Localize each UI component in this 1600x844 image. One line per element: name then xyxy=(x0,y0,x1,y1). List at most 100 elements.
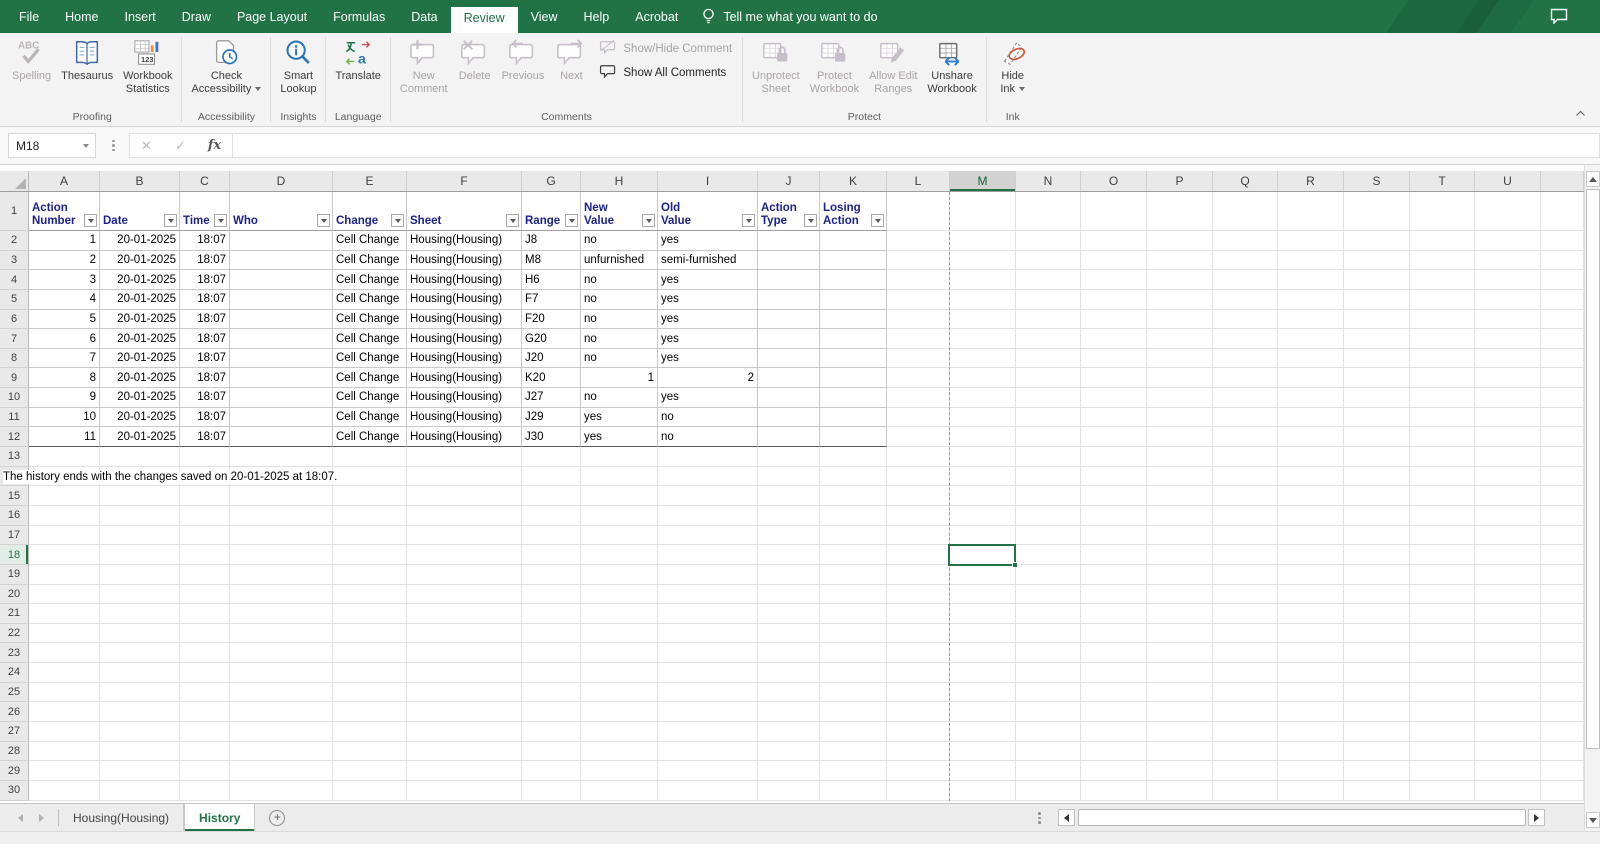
grid-cell[interactable] xyxy=(1541,486,1584,506)
grid-cell[interactable] xyxy=(1016,780,1081,801)
grid-cell[interactable] xyxy=(1541,270,1584,290)
grid-cell[interactable] xyxy=(1541,250,1584,271)
grid-cell[interactable] xyxy=(1541,545,1584,565)
grid-cell[interactable] xyxy=(1344,682,1410,703)
grid-cell[interactable] xyxy=(100,584,180,605)
grid-cell[interactable] xyxy=(887,231,950,251)
grid-cell[interactable] xyxy=(1541,427,1584,448)
grid-cell[interactable] xyxy=(1475,584,1541,605)
previous-sheet-icon[interactable] xyxy=(18,813,23,822)
grid-cell[interactable] xyxy=(1016,388,1081,408)
grid-cell[interactable] xyxy=(1278,741,1344,762)
grid-cell[interactable] xyxy=(1344,564,1410,585)
grid-cell[interactable] xyxy=(1541,643,1584,664)
grid-cell[interactable]: J30 xyxy=(522,427,581,448)
grid-cell[interactable]: 8 xyxy=(29,368,100,389)
grid-cell[interactable] xyxy=(1541,289,1584,310)
grid-cell[interactable] xyxy=(522,741,581,762)
grid-cell[interactable] xyxy=(1147,604,1213,624)
grid-cell[interactable] xyxy=(1410,250,1475,271)
grid-cell[interactable]: Cell Change xyxy=(333,407,407,428)
grid-cell[interactable] xyxy=(100,447,180,467)
grid-cell[interactable] xyxy=(950,604,1016,624)
grid-cell[interactable] xyxy=(1016,270,1081,290)
grid-cell[interactable] xyxy=(1475,682,1541,703)
grid-cell[interactable] xyxy=(1541,604,1584,624)
grid-cell[interactable] xyxy=(950,761,1016,781)
grid-cell[interactable] xyxy=(758,643,820,664)
grid-cell[interactable] xyxy=(522,525,581,546)
grid-cell[interactable] xyxy=(29,741,100,762)
grid-cell[interactable] xyxy=(1081,545,1147,565)
grid-cell[interactable] xyxy=(333,447,407,467)
menu-tab-data[interactable]: Data xyxy=(398,0,450,33)
menu-tab-help[interactable]: Help xyxy=(571,0,623,33)
grid-cell[interactable] xyxy=(758,309,820,330)
grid-cell[interactable] xyxy=(950,466,1016,487)
grid-cell[interactable] xyxy=(1213,368,1278,389)
grid-cell[interactable] xyxy=(1475,545,1541,565)
grid-cell[interactable] xyxy=(581,643,658,664)
grid-cell[interactable] xyxy=(180,525,230,546)
grid-cell[interactable] xyxy=(820,270,887,290)
menu-tab-review[interactable]: Review xyxy=(450,7,518,33)
grid-cell[interactable] xyxy=(658,564,758,585)
grid-cell[interactable] xyxy=(230,348,333,369)
grid-cell[interactable] xyxy=(29,663,100,683)
grid-cell[interactable] xyxy=(1213,289,1278,310)
grid-cell[interactable] xyxy=(1410,604,1475,624)
row-header-26[interactable]: 26 xyxy=(0,702,29,723)
grid-cell[interactable]: J29 xyxy=(522,407,581,428)
grid-cell[interactable] xyxy=(1147,388,1213,408)
menu-tab-view[interactable]: View xyxy=(518,0,571,33)
grid-cell[interactable] xyxy=(407,643,522,664)
grid-cell[interactable] xyxy=(1081,289,1147,310)
grid-cell[interactable] xyxy=(1541,388,1584,408)
grid-cell[interactable] xyxy=(1541,584,1584,605)
grid-cell[interactable] xyxy=(758,427,820,448)
grid-cell[interactable] xyxy=(950,348,1016,369)
grid-cell[interactable] xyxy=(1344,505,1410,526)
grid-cell[interactable]: 3 xyxy=(29,270,100,290)
grid-cell[interactable] xyxy=(950,192,1016,231)
grid-cell[interactable] xyxy=(1081,250,1147,271)
grid-cell[interactable] xyxy=(230,486,333,506)
grid-cell[interactable] xyxy=(1213,270,1278,290)
grid-cell[interactable] xyxy=(887,427,950,448)
grid-cell[interactable] xyxy=(1147,623,1213,644)
grid-cell[interactable] xyxy=(820,388,887,408)
grid-cell[interactable] xyxy=(1278,466,1344,487)
grid-cell[interactable] xyxy=(230,309,333,330)
grid-cell[interactable] xyxy=(333,663,407,683)
grid-cell[interactable] xyxy=(1081,192,1147,231)
grid-cell[interactable] xyxy=(100,525,180,546)
grid-cell[interactable] xyxy=(820,250,887,271)
row-header-9[interactable]: 9 xyxy=(0,368,29,389)
grid-cell[interactable] xyxy=(100,505,180,526)
grid-cell[interactable] xyxy=(407,604,522,624)
grid-cell[interactable] xyxy=(581,663,658,683)
grid-cell[interactable]: 18:07 xyxy=(180,427,230,448)
grid-cell[interactable] xyxy=(758,231,820,251)
grid-cell[interactable] xyxy=(758,564,820,585)
grid-cell[interactable]: J20 xyxy=(522,348,581,369)
row-header-24[interactable]: 24 xyxy=(0,663,29,683)
grid-cell[interactable] xyxy=(1475,466,1541,487)
grid-cell[interactable] xyxy=(1147,192,1213,231)
grid-cell[interactable] xyxy=(29,525,100,546)
grid-cell[interactable]: 9 xyxy=(29,388,100,408)
grid-cell[interactable] xyxy=(1278,604,1344,624)
grid-cell[interactable] xyxy=(758,545,820,565)
comment-bubble-icon[interactable] xyxy=(1550,8,1568,25)
grid-cell[interactable] xyxy=(1016,466,1081,487)
grid-cell[interactable] xyxy=(230,761,333,781)
grid-cell[interactable]: Housing(Housing) xyxy=(407,250,522,271)
grid-cell[interactable] xyxy=(1278,643,1344,664)
row-header-27[interactable]: 27 xyxy=(0,722,29,742)
grid-cell[interactable]: no xyxy=(581,388,658,408)
grid-cell[interactable] xyxy=(581,761,658,781)
grid-cell[interactable] xyxy=(1147,545,1213,565)
row-header-3[interactable]: 3 xyxy=(0,250,29,271)
grid-cell[interactable] xyxy=(1410,329,1475,349)
grid-cell[interactable]: 20-01-2025 xyxy=(100,329,180,349)
